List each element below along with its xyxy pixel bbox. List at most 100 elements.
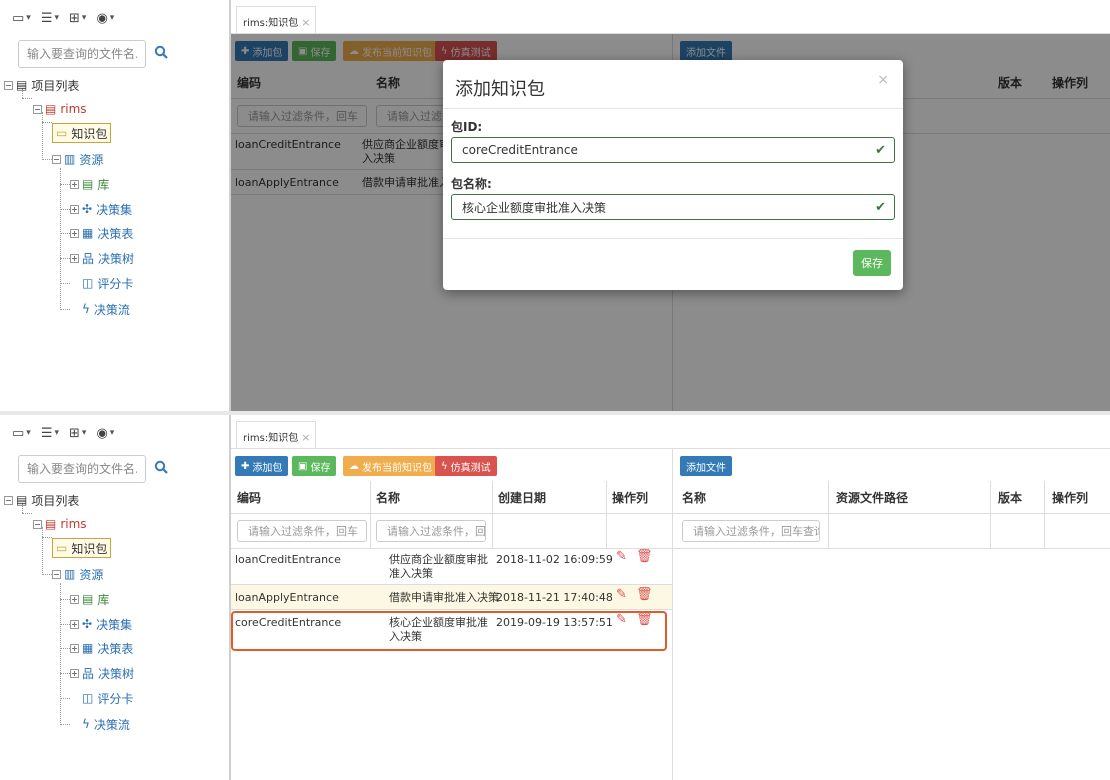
package-icon: ▭ <box>56 541 68 555</box>
search-input[interactable] <box>18 455 146 483</box>
edit-icon[interactable]: ✎ <box>616 549 627 564</box>
tree-node-resources[interactable]: ▥ 资源 <box>52 563 103 585</box>
tree-node-project[interactable]: ▤ rims <box>33 98 87 120</box>
expand-toggle-icon[interactable] <box>70 668 79 678</box>
tree-node-root[interactable]: ▤ 项目列表 <box>4 74 79 96</box>
list-icon-button[interactable]: ☰ ▾ <box>41 11 59 26</box>
expand-toggle-icon[interactable] <box>70 643 79 653</box>
chevron-down-icon: ▾ <box>26 13 31 23</box>
collapse-toggle-icon[interactable] <box>52 569 61 579</box>
cell-name: 供应商企业额度审批准入决策 <box>389 553 488 580</box>
chevron-down-icon: ▾ <box>26 428 31 438</box>
tree-node-flow[interactable]: ϟ 决策流 <box>82 713 130 735</box>
dialog-title: 添加知识包 <box>455 79 545 100</box>
package-icon: ▭ <box>56 126 68 140</box>
cloud-upload-icon: ☁ <box>349 460 359 472</box>
tree-icon: 品 <box>82 666 95 681</box>
close-icon[interactable]: × <box>877 72 889 88</box>
package-id-field[interactable]: coreCreditEntrance ✔ <box>451 137 895 163</box>
tree-node-decision-tree[interactable]: 品决策树 <box>70 662 134 684</box>
package-name-label: 包名称: <box>451 177 492 191</box>
cell-name: 借款申请审批准入决策 <box>389 591 499 604</box>
collapse-toggle-icon[interactable] <box>52 154 61 164</box>
tree-node-root[interactable]: ▤ 项目列表 <box>4 489 79 511</box>
left-sidebar: ▭▾ ☰▾ ⊞▾ ◉▾ ▤项目列表 ▤rims ▭知识包 ▥资源 ▤库 ✣决策集 <box>0 0 228 411</box>
tree-node-library[interactable]: ▤ 库 <box>70 173 109 195</box>
collapse-toggle-icon[interactable] <box>33 104 42 114</box>
trash-icon[interactable]: 🗑 <box>636 587 653 602</box>
tree-node-project[interactable]: ▤ rims <box>33 513 87 535</box>
list-icon: ☰ <box>40 10 53 26</box>
package-id-label: 包ID: <box>451 120 483 134</box>
cell-date: 2018-11-21 17:40:48 <box>496 591 613 604</box>
expand-toggle-icon[interactable] <box>70 253 79 263</box>
tree-node-decision-table[interactable]: ▦ 决策表 <box>70 222 133 244</box>
tab-knowledge-package[interactable]: rims:知识包 × <box>236 421 316 449</box>
col-header-code: 编码 <box>237 490 262 505</box>
list-icon: ▤ <box>16 78 28 92</box>
filter-input-file-name[interactable]: 请输入过滤条件，回车查询 <box>682 520 820 542</box>
chevron-down-icon: ▾ <box>54 13 60 23</box>
tree-node-scorecard[interactable]: ◫ 评分卡 <box>82 687 133 709</box>
add-package-button[interactable]: ✚ 添加包 <box>235 456 289 476</box>
expand-toggle-icon[interactable] <box>70 179 79 189</box>
display-icon-button[interactable]: ▭ ▾ <box>12 11 31 26</box>
tree-node-knowledge[interactable]: ▭ 知识包 <box>52 122 112 144</box>
dialog-save-button[interactable]: 保存 <box>853 250 891 276</box>
filter-input-code[interactable]: 请输入过滤条件，回车 <box>237 520 367 542</box>
close-icon[interactable]: × <box>301 431 310 444</box>
expand-toggle-icon[interactable] <box>70 228 79 238</box>
tree-node-flow[interactable]: ϟ 决策流 <box>82 298 130 320</box>
scorecard-icon: ◫ <box>82 691 94 705</box>
tree-node-ruleset[interactable]: ✣ 决策集 <box>70 613 132 635</box>
publish-button[interactable]: ☁ 发布当前知识包 <box>343 456 438 476</box>
grid-icon-button[interactable]: ⊞ ▾ <box>69 426 86 441</box>
tree-node-resources[interactable]: ▥ 资源 <box>52 148 103 170</box>
tree-node-knowledge[interactable]: ▭ 知识包 <box>52 537 112 559</box>
col-header-date: 创建日期 <box>498 490 547 505</box>
globe-icon-button[interactable]: ◉ ▾ <box>96 11 114 26</box>
flow-icon: ϟ <box>82 717 90 731</box>
ruleset-icon: ✣ <box>82 617 93 631</box>
globe-icon-button[interactable]: ◉ ▾ <box>96 426 114 441</box>
tree-node-decision-tree[interactable]: 品决策树 <box>70 247 134 269</box>
cell-code: loanApplyEntrance <box>235 591 339 604</box>
search-input[interactable] <box>18 40 146 68</box>
filter-input-name[interactable]: 请输入过滤条件，回 <box>376 520 486 542</box>
table-icon: ▦ <box>82 226 94 240</box>
table-icon: ▦ <box>82 641 94 655</box>
checkmark-icon: ✔ <box>875 199 886 215</box>
scorecard-icon: ◫ <box>82 276 94 290</box>
col-header-name: 名称 <box>682 490 707 505</box>
globe-icon: ◉ <box>96 425 108 441</box>
trash-icon[interactable]: 🗑 <box>636 549 653 564</box>
simulate-button[interactable]: ϟ 仿真测试 <box>435 456 497 476</box>
col-header-actions: 操作列 <box>1052 490 1089 505</box>
close-icon[interactable]: × <box>301 16 310 29</box>
grid-icon: ⊞ <box>69 10 80 26</box>
add-file-button[interactable]: 添加文件 <box>680 456 732 476</box>
search-icon[interactable] <box>152 40 170 64</box>
database-icon: ▤ <box>82 177 94 191</box>
tab-knowledge-package[interactable]: rims:知识包 × <box>236 6 316 34</box>
edit-icon[interactable]: ✎ <box>616 587 627 602</box>
tree-node-library[interactable]: ▤ 库 <box>70 588 109 610</box>
save-button[interactable]: ▣ 保存 <box>292 456 337 476</box>
expand-toggle-icon[interactable] <box>70 619 79 629</box>
chevron-down-icon: ▾ <box>109 428 115 438</box>
collapse-toggle-icon[interactable] <box>4 80 13 90</box>
display-icon-button[interactable]: ▭ ▾ <box>12 426 31 441</box>
tree-node-ruleset[interactable]: ✣ 决策集 <box>70 198 132 220</box>
display-icon: ▭ <box>12 10 25 26</box>
tree-node-scorecard[interactable]: ◫ 评分卡 <box>82 272 133 294</box>
collapse-toggle-icon[interactable] <box>4 495 13 505</box>
list-icon-button[interactable]: ☰ ▾ <box>41 426 59 441</box>
expand-toggle-icon[interactable] <box>70 204 79 214</box>
checkmark-icon: ✔ <box>875 142 886 158</box>
search-icon[interactable] <box>152 455 170 479</box>
grid-icon-button[interactable]: ⊞ ▾ <box>69 11 86 26</box>
package-name-field[interactable]: 核心企业额度审批准入决策 ✔ <box>451 194 895 220</box>
tree-node-decision-table[interactable]: ▦ 决策表 <box>70 637 133 659</box>
expand-toggle-icon[interactable] <box>70 594 79 604</box>
collapse-toggle-icon[interactable] <box>33 519 42 529</box>
